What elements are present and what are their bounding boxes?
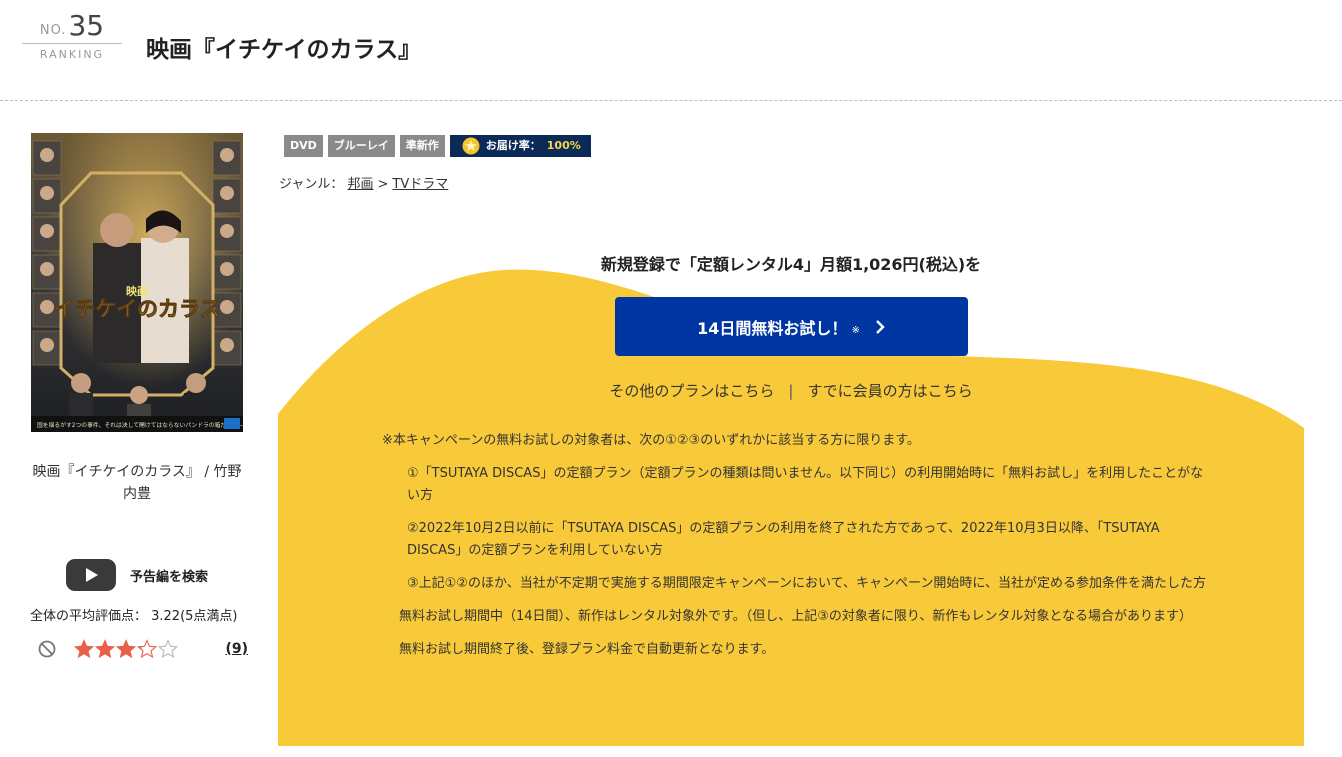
review-count-link[interactable]: (9)	[225, 641, 248, 657]
cover-caption: 映画『イチケイのカラス』 / 竹野内豊	[32, 464, 242, 502]
trailer-search-label: 予告編を検索	[130, 569, 209, 585]
promo-headline: 新規登録で「定額レンタル4」月額1,026円(税込)を	[600, 255, 982, 274]
ranking-label: RANKING	[39, 48, 105, 61]
other-plans-link[interactable]: その他のプランはこちら	[609, 382, 774, 400]
badge-bluray: ブルーレイ	[327, 135, 395, 157]
cover-small-title: 映画	[126, 284, 148, 298]
genre-link-tv-drama[interactable]: TVドラマ	[392, 177, 448, 192]
genre-breadcrumb: ジャンル： 邦画 > TVドラマ	[279, 173, 448, 192]
notes-intro: ※本キャンペーンの無料お試しの対象者は、次の①②③のいずれかに該当する方に限りま…	[382, 433, 920, 448]
plan-links: その他のプランはこちら | すでに会員の方はこちら	[278, 380, 1304, 401]
badge-dvd: DVD	[284, 135, 323, 157]
ranking-badge: NO. 35 RANKING	[22, 12, 122, 61]
page-header: NO. 35 RANKING 映画『イチケイのカラス』	[0, 0, 1342, 101]
ranking-number: 35	[68, 9, 105, 42]
play-icon	[66, 559, 116, 591]
free-trial-button[interactable]: 14日間無料お試し！ ※	[615, 297, 968, 356]
star-icon	[116, 639, 136, 659]
notes-auto-renewal: 無料お試し期間終了後、登録プラン料金で自動更新となります。	[399, 642, 775, 657]
plan-links-divider: |	[788, 382, 794, 400]
star-icon	[95, 639, 115, 659]
notes-item-3: ③上記①②のほか、当社が不定期で実施する期間限定キャンペーンにおいて、キャンペー…	[407, 576, 1206, 591]
member-login-link[interactable]: すでに会員の方はこちら	[807, 382, 972, 400]
cover-bottom-text: 国を揺るがす2つの事件、それは決して開けてはならないパンドラの箱だった——！？	[37, 421, 243, 429]
ranking-no-label: NO.	[39, 23, 67, 38]
genre-link-hougaku[interactable]: 邦画	[348, 177, 374, 192]
star-icon	[74, 639, 94, 659]
chevron-right-icon	[875, 319, 885, 334]
badge-delivery-rate: お届け率： 100%	[449, 135, 591, 157]
delivery-rate-label: お届け率：	[485, 139, 541, 152]
star-icon	[158, 639, 178, 659]
star-icon	[137, 639, 157, 659]
notes-item-2: ②2022年10月2日以前に「TSUTAYA DISCAS」の定額プランの利用を…	[407, 521, 1160, 558]
cover-image[interactable]: 映画 イチケイのカラス 国を揺るがす2つの事件、それは決して開けてはならないパン…	[31, 133, 243, 432]
notes-item-1: ①「TSUTAYA DISCAS」の定額プラン（定額プランの種類は問いません。以…	[407, 466, 1204, 503]
no-entry-icon[interactable]	[38, 640, 56, 658]
star-medal-icon	[462, 137, 480, 155]
trailer-search-button[interactable]: 予告編を検索	[66, 559, 208, 591]
genre-label: ジャンル：	[279, 177, 344, 192]
star-rating	[74, 639, 179, 659]
average-rating: 全体の平均評価点： 3.22(5点満点)	[30, 609, 238, 624]
free-trial-label: 14日間無料お試し！	[697, 318, 848, 338]
campaign-notes: ※本キャンペーンの無料お試しの対象者は、次の①②③のいずれかに該当する方に限りま…	[382, 430, 1212, 661]
cover-main-title: イチケイのカラス	[53, 297, 220, 321]
genre-separator: >	[377, 177, 389, 192]
ranking-divider	[22, 43, 122, 44]
badge-semi-new: 準新作	[399, 135, 445, 157]
delivery-rate-value: 100%	[546, 139, 581, 152]
notes-trial-period: 無料お試し期間中（14日間）、新作はレンタル対象外です。（但し、上記③の対象者に…	[399, 609, 1192, 624]
rating-row: (9)	[38, 637, 248, 661]
free-trial-note-mark: ※	[851, 325, 860, 336]
page-title: 映画『イチケイのカラス』	[146, 37, 422, 63]
format-badges: DVD ブルーレイ 準新作 お届け率： 100%	[284, 135, 591, 157]
